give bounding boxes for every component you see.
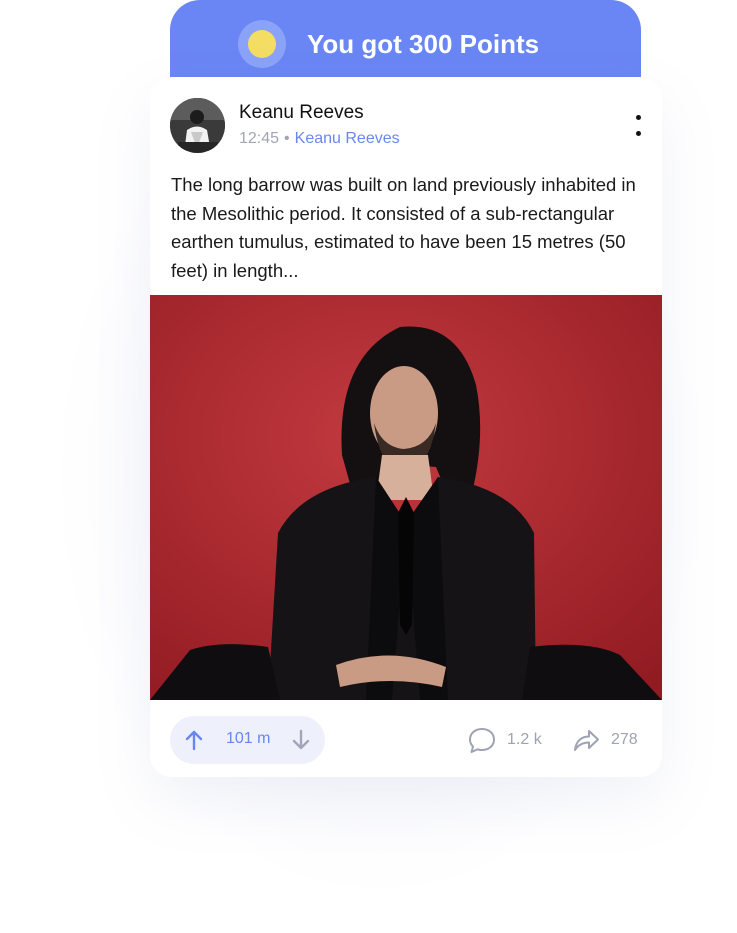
points-message: You got 300 Points [307,29,540,59]
post-body: The long barrow was built on land previo… [171,174,636,281]
share-icon [571,725,601,755]
coin-icon [238,20,286,68]
meta-separator: • [284,130,290,147]
channel-link[interactable]: Keanu Reeves [295,130,400,147]
share-count: 278 [611,731,638,748]
arrow-down-icon[interactable] [289,728,313,752]
comment-icon [467,725,497,755]
post-card: Keanu Reeves 12:45 • Keanu Reeves The long… [150,77,662,777]
comment-count: 1.2 k [507,731,542,748]
author-avatar[interactable] [170,98,225,153]
vote-pill: 101 m [170,716,325,764]
vote-count: 101 m [226,730,271,747]
arrow-up-icon[interactable] [182,728,206,752]
post-meta: 12:45 • Keanu Reeves [239,130,400,148]
post-photo[interactable] [150,295,662,700]
more-vertical-icon[interactable] [628,113,648,141]
author-name[interactable]: Keanu Reeves [239,102,364,124]
post-time: 12:45 [239,130,280,147]
